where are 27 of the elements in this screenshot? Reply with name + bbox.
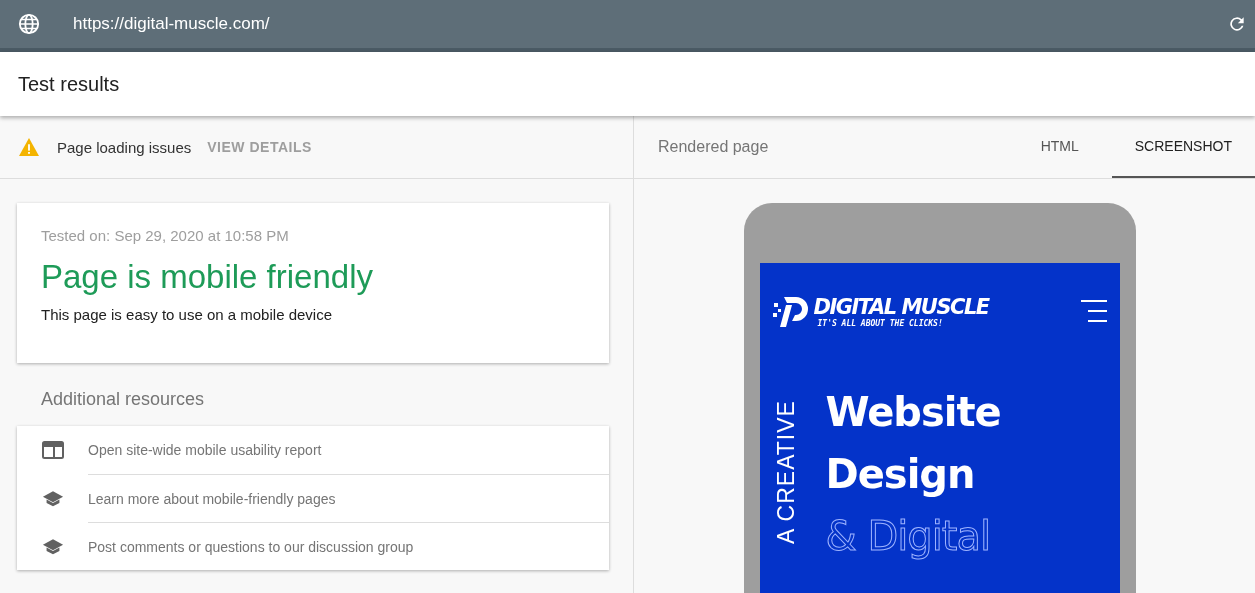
menu-icon[interactable] (1079, 299, 1108, 323)
resource-link[interactable]: Learn more about mobile-friendly pages (88, 473, 609, 523)
logo-tagline: IT'S ALL ABOUT THE CLICKS! (817, 318, 944, 328)
tab[interactable]: SCREENSHOT (1111, 116, 1255, 178)
graduation-cap-icon (42, 537, 64, 555)
resource-link[interactable]: Open site-wide mobile usability report (88, 426, 609, 474)
resource-link[interactable]: Post comments or questions to our discussion group (88, 521, 609, 571)
web-layout-icon (42, 441, 64, 459)
warning-icon (17, 137, 41, 157)
view-details-button[interactable]: VIEW DETAILS (203, 135, 316, 159)
headline-text: Design (825, 450, 976, 499)
tab[interactable]: HTML (1017, 116, 1102, 178)
tested-date: Tested on: Sep 29, 2020 at 10:58 PM (41, 227, 290, 244)
issue-label: Page loading issues (57, 138, 192, 156)
page-title: Test results (18, 72, 120, 96)
panel-title: Rendered page (658, 138, 769, 156)
reload-icon[interactable] (1227, 14, 1247, 34)
graduation-cap-icon (42, 489, 64, 507)
verdict-heading: Page is mobile friendly (41, 258, 374, 296)
vertical-tagline: A CREATIVE (772, 400, 799, 544)
headline-text: Website (825, 388, 1001, 437)
globe-icon (18, 13, 40, 35)
section-title: Additional resources (41, 389, 206, 410)
verdict-description: This page is easy to use on a mobile device (41, 306, 333, 323)
url-text: https://digital-muscle.com/ (73, 14, 271, 34)
outline-headline-text: & Digital (825, 512, 992, 562)
logo-name: DIGITAL MUSCLE (813, 294, 989, 319)
